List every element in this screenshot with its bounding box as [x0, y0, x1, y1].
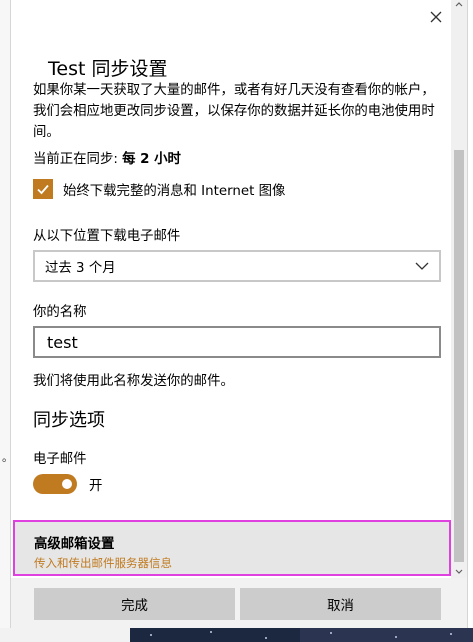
sync-status: 当前正在同步: 每 2 小时: [33, 147, 181, 167]
done-button[interactable]: 完成: [34, 588, 235, 620]
download-full-label: 始终下载完整的消息和 Internet 图像: [63, 184, 286, 199]
your-name-label: 你的名称: [33, 305, 87, 320]
background-desktop-strip: [0, 628, 473, 642]
dialog-scrollbar[interactable]: [451, 0, 467, 578]
download-full-row: 始终下载完整的消息和 Internet 图像: [33, 179, 285, 199]
check-icon: [37, 184, 49, 195]
dialog-content: Test 同步设置 如果你某一天获取了大量的邮件，或者有好几天没有查看你的帐户，…: [11, 0, 451, 578]
dialog-title: Test 同步设置: [48, 58, 168, 80]
scroll-up-arrow-icon[interactable]: [454, 0, 464, 10]
scroll-thumb[interactable]: [454, 150, 464, 562]
advanced-mailbox-settings[interactable]: 高级邮箱设置 传入和传出邮件服务器信息: [13, 520, 451, 576]
download-from-label: 从以下位置下载电子邮件: [33, 229, 181, 244]
email-toggle-row: 开: [33, 474, 102, 494]
download-from-value: 过去 3 个月: [45, 261, 116, 276]
background-star: [450, 633, 452, 635]
close-button[interactable]: [425, 6, 447, 28]
background-app-left: 。: [0, 0, 13, 642]
your-name-hint: 我们将使用此名称发送你的邮件。: [33, 374, 234, 389]
background-star: [210, 631, 212, 633]
download-full-checkbox[interactable]: [33, 179, 53, 199]
your-name-input[interactable]: [33, 326, 441, 358]
background-star: [330, 632, 332, 634]
background-star: [395, 636, 397, 638]
advanced-settings-subtitle: 传入和传出邮件服务器信息: [34, 556, 172, 570]
chevron-down-icon: [415, 262, 429, 270]
background-star: [265, 637, 267, 639]
sync-options-heading: 同步选项: [33, 410, 105, 431]
email-sync-label: 电子邮件: [33, 452, 87, 467]
cancel-button[interactable]: 取消: [240, 588, 441, 620]
toggle-knob: [62, 479, 72, 489]
background-star: [150, 634, 152, 636]
email-sync-toggle[interactable]: [33, 474, 77, 494]
dialog-description: 如果你某一天获取了大量的邮件，或者有好几天没有查看你的帐户，我们会相应地更改同步…: [33, 83, 435, 140]
sync-settings-dialog: Test 同步设置 如果你某一天获取了大量的邮件，或者有好几天没有查看你的帐户，…: [10, 0, 468, 628]
sync-status-prefix: 当前正在同步:: [33, 152, 118, 167]
sync-status-value: 每 2 小时: [122, 152, 181, 167]
dialog-footer: 完成 取消: [11, 578, 467, 628]
scroll-down-arrow-icon[interactable]: [454, 566, 464, 576]
background-text-fragment: 。: [2, 451, 13, 464]
download-from-select[interactable]: 过去 3 个月: [33, 250, 441, 282]
close-icon: [430, 11, 442, 23]
email-toggle-state: 开: [89, 479, 103, 494]
advanced-settings-title: 高级邮箱设置: [34, 537, 115, 552]
